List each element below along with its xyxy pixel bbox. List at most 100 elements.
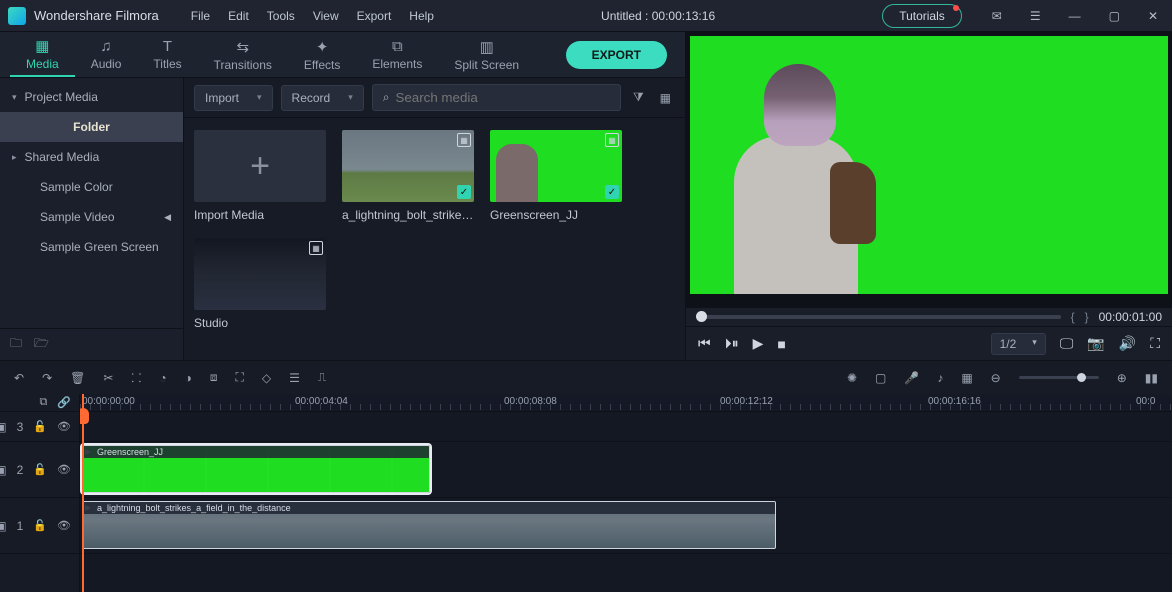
- timeline-ruler[interactable]: 00:00:00:0000:00:04:0400:00:08:0800:00:1…: [80, 394, 1172, 412]
- keyframe-icon[interactable]: ◇: [262, 371, 271, 385]
- collapse-icon[interactable]: ◀: [164, 212, 171, 223]
- record-voice-icon[interactable]: 🎤: [904, 371, 919, 385]
- track-type-icon: ▣: [0, 519, 7, 533]
- track-1[interactable]: ▶ a_lightning_bolt_strikes_a_field_in_th…: [80, 498, 1172, 554]
- snap-icon[interactable]: ▦: [961, 371, 972, 385]
- grid-view-icon[interactable]: ▦: [656, 87, 675, 109]
- mark-out-icon[interactable]: }: [1085, 310, 1089, 324]
- link-icon[interactable]: 🔗: [57, 396, 71, 409]
- media-pool: Import▾ Record▾ ⌕ ⧩ ▦ + Import Media ▦✓ …: [184, 78, 685, 360]
- track-2[interactable]: ▶ Greenscreen_JJ: [80, 442, 1172, 498]
- render-icon[interactable]: ✺: [847, 371, 857, 385]
- marker-icon[interactable]: ▢: [875, 371, 886, 385]
- zoom-handle[interactable]: [1077, 373, 1086, 382]
- sidebar-item-sample-color[interactable]: Sample Color: [0, 172, 183, 202]
- lock-icon[interactable]: 🔓: [33, 463, 47, 476]
- sidebar-item-project-media[interactable]: ▾Project Media: [0, 82, 183, 112]
- audio-settings-icon[interactable]: ♪: [937, 371, 943, 385]
- playhead[interactable]: [82, 394, 84, 592]
- freeze-icon[interactable]: ⧈: [210, 370, 218, 385]
- display-settings-icon[interactable]: 🖵: [1060, 335, 1074, 352]
- maximize-icon[interactable]: ▢: [1103, 7, 1126, 25]
- search-input[interactable]: [396, 90, 610, 105]
- close-icon[interactable]: ✕: [1142, 7, 1164, 25]
- search-media[interactable]: ⌕: [372, 84, 621, 111]
- preview-zoom-select[interactable]: 1/2▾: [991, 333, 1046, 355]
- zoom-out-icon[interactable]: ⊖: [991, 371, 1001, 385]
- tab-audio[interactable]: ♫Audio: [75, 34, 138, 75]
- timeline-options-icon[interactable]: ⧉: [39, 396, 47, 409]
- media-tile-studio[interactable]: ▦ Studio: [194, 238, 326, 330]
- play-pause-icon[interactable]: ⏵⏸: [725, 335, 739, 352]
- tab-split-screen[interactable]: ▥Split Screen: [438, 34, 535, 76]
- prev-frame-icon[interactable]: ⏮: [698, 335, 711, 352]
- track-head-3[interactable]: ▣3 🔓 👁: [0, 412, 79, 442]
- menu-view[interactable]: View: [313, 9, 339, 23]
- menu-edit[interactable]: Edit: [228, 9, 249, 23]
- scrub-handle[interactable]: [696, 311, 707, 322]
- audio-meter-icon[interactable]: ▮▮: [1145, 371, 1158, 385]
- filter-icon[interactable]: ⧩: [629, 86, 648, 109]
- tab-elements[interactable]: ⧉Elements: [356, 34, 438, 75]
- plus-icon: +: [250, 147, 270, 186]
- zoom-in-icon[interactable]: ⊕: [1117, 371, 1127, 385]
- zoom-slider[interactable]: [1019, 376, 1099, 379]
- volume-icon[interactable]: 🔊: [1119, 335, 1136, 352]
- timeline-tracks[interactable]: 00:00:00:0000:00:04:0400:00:08:0800:00:1…: [80, 394, 1172, 592]
- export-button[interactable]: EXPORT: [566, 41, 667, 69]
- sidebar-item-sample-green-screen[interactable]: Sample Green Screen: [0, 232, 183, 262]
- audio-icon: ♫: [100, 38, 111, 55]
- undo-icon[interactable]: ↶: [14, 371, 24, 385]
- menu-file[interactable]: File: [191, 9, 210, 23]
- import-media-tile[interactable]: + Import Media: [194, 130, 326, 222]
- sidebar-item-folder[interactable]: Folder: [0, 112, 183, 142]
- sidebar-item-shared-media[interactable]: ▸Shared Media: [0, 142, 183, 172]
- import-dropdown[interactable]: Import▾: [194, 85, 273, 111]
- color-icon[interactable]: ◑: [185, 371, 192, 385]
- message-icon[interactable]: ✉: [986, 7, 1008, 25]
- track-head-1[interactable]: ▣1 🔓 👁: [0, 498, 79, 554]
- crop-icon[interactable]: ⸬: [131, 369, 141, 386]
- stop-icon[interactable]: ■: [777, 336, 785, 352]
- tab-effects[interactable]: ✦Effects: [288, 34, 356, 76]
- speed-icon[interactable]: ◔: [159, 371, 166, 385]
- redo-icon[interactable]: ↷: [42, 371, 52, 385]
- new-folder-icon[interactable]: 🗀: [10, 334, 22, 355]
- sidebar-item-sample-video[interactable]: Sample Video◀: [0, 202, 183, 232]
- eye-icon[interactable]: 👁: [57, 519, 71, 532]
- cut-icon[interactable]: ✂: [103, 371, 113, 385]
- snapshot-icon[interactable]: 📷: [1087, 335, 1104, 352]
- panel-menu-icon[interactable]: ☰: [1024, 7, 1047, 25]
- clip-greenscreen[interactable]: ▶ Greenscreen_JJ: [82, 445, 430, 493]
- tab-titles[interactable]: TTitles: [137, 34, 197, 75]
- preview-canvas[interactable]: [690, 36, 1168, 294]
- import-folder-icon[interactable]: 🗁: [34, 334, 49, 355]
- lock-icon[interactable]: 🔓: [33, 519, 47, 532]
- tutorials-button[interactable]: Tutorials: [882, 4, 962, 28]
- tab-media[interactable]: ▦Media: [10, 33, 75, 77]
- play-icon[interactable]: ▶: [753, 335, 764, 352]
- adjust-icon[interactable]: ☰: [289, 371, 300, 385]
- scrub-track[interactable]: [696, 315, 1061, 319]
- track-head-2[interactable]: ▣2 🔓 👁: [0, 442, 79, 498]
- menu-help[interactable]: Help: [409, 9, 434, 23]
- lock-icon[interactable]: 🔓: [33, 420, 47, 433]
- eye-icon[interactable]: 👁: [57, 463, 71, 476]
- fullscreen-icon[interactable]: ⛶: [1150, 335, 1160, 352]
- eye-icon[interactable]: 👁: [57, 420, 71, 433]
- clip-lightning[interactable]: ▶ a_lightning_bolt_strikes_a_field_in_th…: [82, 501, 776, 549]
- tab-transitions[interactable]: ⇆Transitions: [198, 34, 288, 76]
- delete-icon[interactable]: 🗑: [70, 371, 85, 385]
- detect-icon[interactable]: ⛶: [236, 370, 244, 385]
- track-type-icon: ▣: [0, 420, 7, 434]
- menu-tools[interactable]: Tools: [267, 9, 295, 23]
- media-tile-lightning[interactable]: ▦✓ a_lightning_bolt_strikes_...: [342, 130, 474, 222]
- menu-export[interactable]: Export: [357, 9, 392, 23]
- mark-in-icon[interactable]: {: [1071, 310, 1075, 324]
- record-dropdown[interactable]: Record▾: [281, 85, 364, 111]
- media-tile-greenscreen[interactable]: ▦✓ Greenscreen_JJ: [490, 130, 622, 222]
- audio-mixer-icon[interactable]: ⎍: [318, 370, 326, 385]
- track-3[interactable]: [80, 412, 1172, 442]
- minimize-icon[interactable]: —: [1063, 7, 1087, 25]
- main-menu: File Edit Tools View Export Help: [191, 9, 434, 23]
